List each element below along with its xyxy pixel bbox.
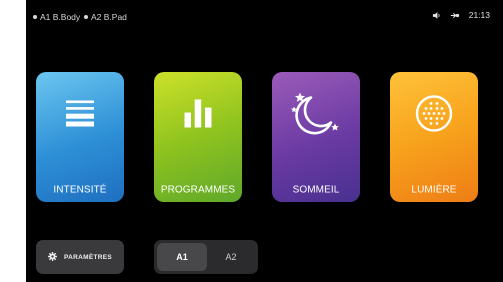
bar-chart-icon [184,99,212,133]
intensity-bars-icon [66,100,94,132]
status-bar: A1 B.Body A2 B.Pad 21:13 [26,0,503,30]
settings-label: PARAMÈTRES [63,253,113,261]
light-dots-icon [415,95,453,138]
device-label: A2 B.Pad [91,12,127,22]
gear-icon [47,251,57,263]
bluetooth-icon [450,11,460,20]
tile-sommeil[interactable]: SOMMEIL [272,72,360,202]
device-dot-icon [84,15,88,19]
channel-a2-option[interactable]: A2 [206,243,256,271]
channel-selector: A1 A2 [154,240,258,274]
tile-label: INTENSITÉ [53,184,107,196]
device-a1[interactable]: A1 B.Body [33,12,80,22]
tile-label: PROGRAMMES [160,184,236,196]
tile-intensite[interactable]: INTENSITÉ [36,72,124,202]
tile-programmes[interactable]: PROGRAMMES [154,72,242,202]
volume-icon [432,11,441,20]
status-right: 21:13 [432,10,490,20]
tile-label: SOMMEIL [292,184,340,196]
tile-label: LUMIÈRE [411,184,457,196]
device-label: A1 B.Body [40,12,81,22]
device-dot-icon [33,15,37,19]
device-a2[interactable]: A2 B.Pad [84,12,127,22]
device-screen: A1 B.Body A2 B.Pad 21:13 INTENSITÉ PROGR… [26,0,503,282]
tile-lumiere[interactable]: LUMIÈRE [390,72,478,202]
clock: 21:13 [468,10,490,20]
moon-stars-icon [291,91,341,142]
settings-button[interactable]: PARAMÈTRES [36,240,124,274]
channel-a1-option[interactable]: A1 [157,243,207,271]
